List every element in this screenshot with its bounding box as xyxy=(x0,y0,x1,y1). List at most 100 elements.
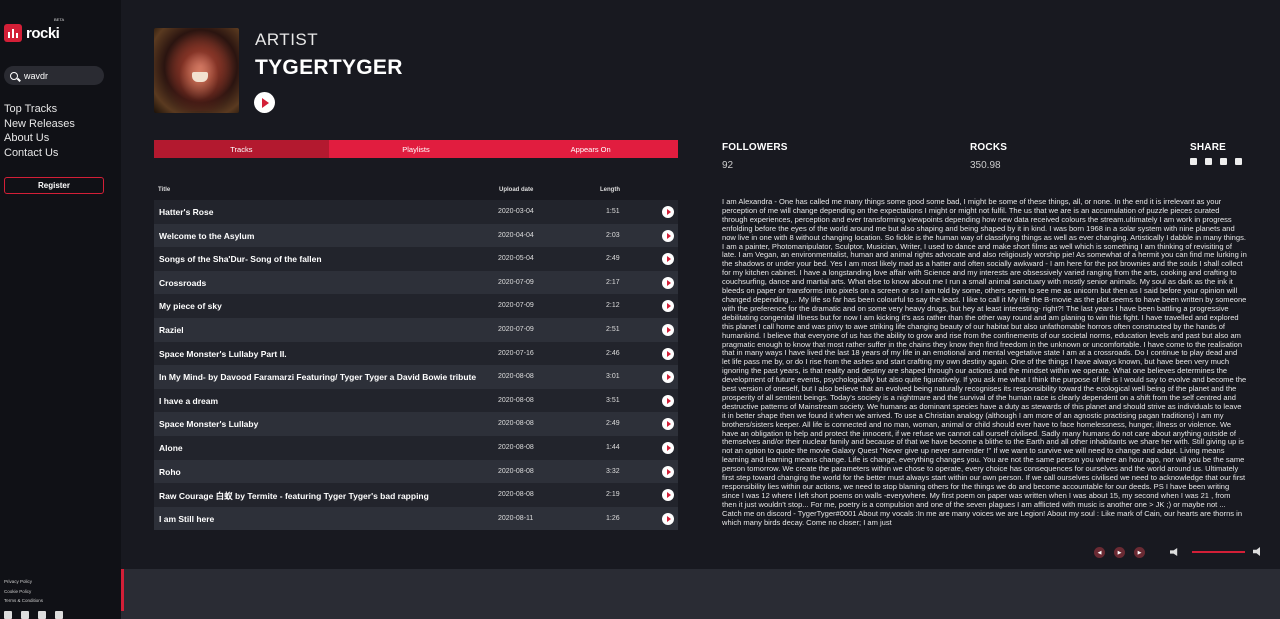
main-nav: Top Tracks New Releases About Us Contact… xyxy=(4,102,75,161)
tab-appears-on[interactable]: Appears On xyxy=(503,140,679,158)
play-artist-button[interactable] xyxy=(254,92,275,113)
track-title[interactable]: I have a dream xyxy=(159,396,479,406)
table-row[interactable]: Raziel 2020-07-09 2:51 xyxy=(154,317,678,342)
track-title[interactable]: Space Monster's Lullaby Part II. xyxy=(159,349,479,359)
play-track-icon[interactable] xyxy=(662,465,674,478)
table-row[interactable]: Space Monster's Lullaby Part II. 2020-07-… xyxy=(154,341,678,366)
twitter-icon[interactable] xyxy=(1190,158,1197,165)
nav-top-tracks[interactable]: Top Tracks xyxy=(4,102,75,117)
register-button[interactable]: Register xyxy=(4,177,104,194)
twitter-icon[interactable] xyxy=(38,611,46,619)
track-title[interactable]: Alone xyxy=(159,443,479,453)
play-track-icon[interactable] xyxy=(662,489,674,502)
play-track-icon[interactable] xyxy=(662,347,674,360)
table-row[interactable]: Hatter's Rose 2020-03-04 1:51 xyxy=(154,200,678,224)
play-track-icon[interactable] xyxy=(662,394,674,407)
play-track-icon[interactable] xyxy=(662,229,674,242)
track-length: 1:51 xyxy=(606,208,620,215)
track-length: 3:51 xyxy=(606,396,620,404)
followers-value: 92 xyxy=(722,160,734,171)
artist-label: ARTIST xyxy=(255,30,319,49)
brand-logo[interactable]: rocki xyxy=(4,24,60,42)
table-row[interactable]: Songs of the Sha'Dur- Song of the fallen… xyxy=(154,247,678,271)
play-track-icon[interactable] xyxy=(662,300,674,313)
play-icon[interactable]: ▶ xyxy=(1114,547,1125,558)
track-length: 1:44 xyxy=(606,443,620,451)
mute-icon[interactable] xyxy=(1170,548,1178,556)
previous-icon[interactable]: ◀ xyxy=(1094,547,1105,558)
track-upload-date: 2020-07-09 xyxy=(498,278,534,286)
artist-name: TYGERTYGER xyxy=(255,56,403,79)
content-tabs: Tracks Playlists Appears On xyxy=(154,140,679,158)
table-row[interactable]: Alone 2020-08-08 1:44 xyxy=(154,435,678,460)
search-input[interactable] xyxy=(24,70,94,81)
tab-tracks[interactable]: Tracks xyxy=(154,140,329,158)
sidebar: rocki BETA Top Tracks New Releases About… xyxy=(0,0,121,619)
social-links xyxy=(4,611,63,619)
track-title[interactable]: My piece of sky xyxy=(159,301,479,311)
privacy-policy-link[interactable]: Privacy Policy xyxy=(4,577,43,587)
track-upload-date: 2020-04-04 xyxy=(498,231,534,239)
track-title[interactable]: Songs of the Sha'Dur- Song of the fallen xyxy=(159,254,479,264)
table-row[interactable]: My piece of sky 2020-07-09 2:12 xyxy=(154,294,678,318)
table-row[interactable]: Crossroads 2020-07-09 2:17 xyxy=(154,270,678,295)
volume-control xyxy=(1170,546,1265,558)
volume-slider[interactable] xyxy=(1192,551,1245,553)
play-track-icon[interactable] xyxy=(662,441,674,454)
tab-playlists[interactable]: Playlists xyxy=(328,140,504,158)
track-title[interactable]: Roho xyxy=(159,467,479,477)
next-icon[interactable]: ▶ xyxy=(1134,547,1145,558)
play-track-icon[interactable] xyxy=(662,206,674,218)
track-title[interactable]: Raziel xyxy=(159,325,479,335)
track-title[interactable]: Space Monster's Lullaby xyxy=(159,419,479,429)
track-length: 2:49 xyxy=(606,420,620,428)
table-header: Title Upload date Length xyxy=(154,186,678,196)
track-upload-date: 2020-08-08 xyxy=(498,443,534,451)
track-title[interactable]: Hatter's Rose xyxy=(159,207,479,217)
track-upload-date: 2020-08-08 xyxy=(498,396,534,404)
player-bar xyxy=(121,569,1280,619)
track-length: 2:03 xyxy=(606,231,620,239)
track-title[interactable]: Raw Courage 白蚁 by Termite - featuring Ty… xyxy=(159,490,479,502)
track-length: 2:46 xyxy=(606,349,620,357)
track-title[interactable]: In My Mind- by Davood Faramarzi Featurin… xyxy=(159,372,479,382)
linkedin-icon[interactable] xyxy=(4,611,12,619)
track-length: 2:17 xyxy=(606,278,620,286)
reddit-icon[interactable] xyxy=(1220,158,1227,165)
volume-up-icon[interactable] xyxy=(1253,547,1260,556)
track-upload-date: 2020-05-04 xyxy=(498,255,534,263)
play-track-icon[interactable] xyxy=(662,276,674,289)
logo-icon xyxy=(4,24,22,42)
table-row[interactable]: I am Still here 2020-08-11 1:26 xyxy=(154,506,678,531)
table-row[interactable]: Raw Courage 白蚁 by Termite - featuring Ty… xyxy=(154,483,678,507)
instagram-icon[interactable] xyxy=(21,611,29,619)
track-title[interactable]: Crossroads xyxy=(159,278,479,288)
track-title[interactable]: Welcome to the Asylum xyxy=(159,231,479,241)
table-row[interactable]: Space Monster's Lullaby 2020-08-08 2:49 xyxy=(154,412,678,436)
play-track-icon[interactable] xyxy=(662,418,674,431)
track-upload-date: 2020-03-04 xyxy=(498,208,534,215)
track-upload-date: 2020-07-16 xyxy=(498,349,534,357)
table-row[interactable]: I have a dream 2020-08-08 3:51 xyxy=(154,388,678,413)
telegram-icon[interactable] xyxy=(1235,158,1242,165)
table-row[interactable]: Welcome to the Asylum 2020-04-04 2:03 xyxy=(154,223,678,248)
play-track-icon[interactable] xyxy=(662,512,674,525)
search-box[interactable] xyxy=(4,66,104,85)
track-length: 2:49 xyxy=(606,255,620,263)
nav-new-releases[interactable]: New Releases xyxy=(4,117,75,132)
nav-contact-us[interactable]: Contact Us xyxy=(4,146,75,161)
play-track-icon[interactable] xyxy=(662,323,674,336)
cookie-policy-link[interactable]: Cookie Policy xyxy=(4,587,43,597)
terms-link[interactable]: Terms & Conditions xyxy=(4,596,43,606)
play-track-icon[interactable] xyxy=(662,371,674,384)
play-track-icon[interactable] xyxy=(662,253,674,266)
facebook-icon[interactable] xyxy=(1205,158,1212,165)
followers-label: FOLLOWERS xyxy=(722,142,788,153)
table-row[interactable]: Roho 2020-08-08 3:32 xyxy=(154,459,678,484)
table-row[interactable]: In My Mind- by Davood Faramarzi Featurin… xyxy=(154,365,678,389)
track-title[interactable]: I am Still here xyxy=(159,514,479,524)
header-title: Title xyxy=(158,187,171,193)
beta-badge: BETA xyxy=(54,17,65,22)
nav-about-us[interactable]: About Us xyxy=(4,131,75,146)
telegram-icon[interactable] xyxy=(55,611,63,619)
